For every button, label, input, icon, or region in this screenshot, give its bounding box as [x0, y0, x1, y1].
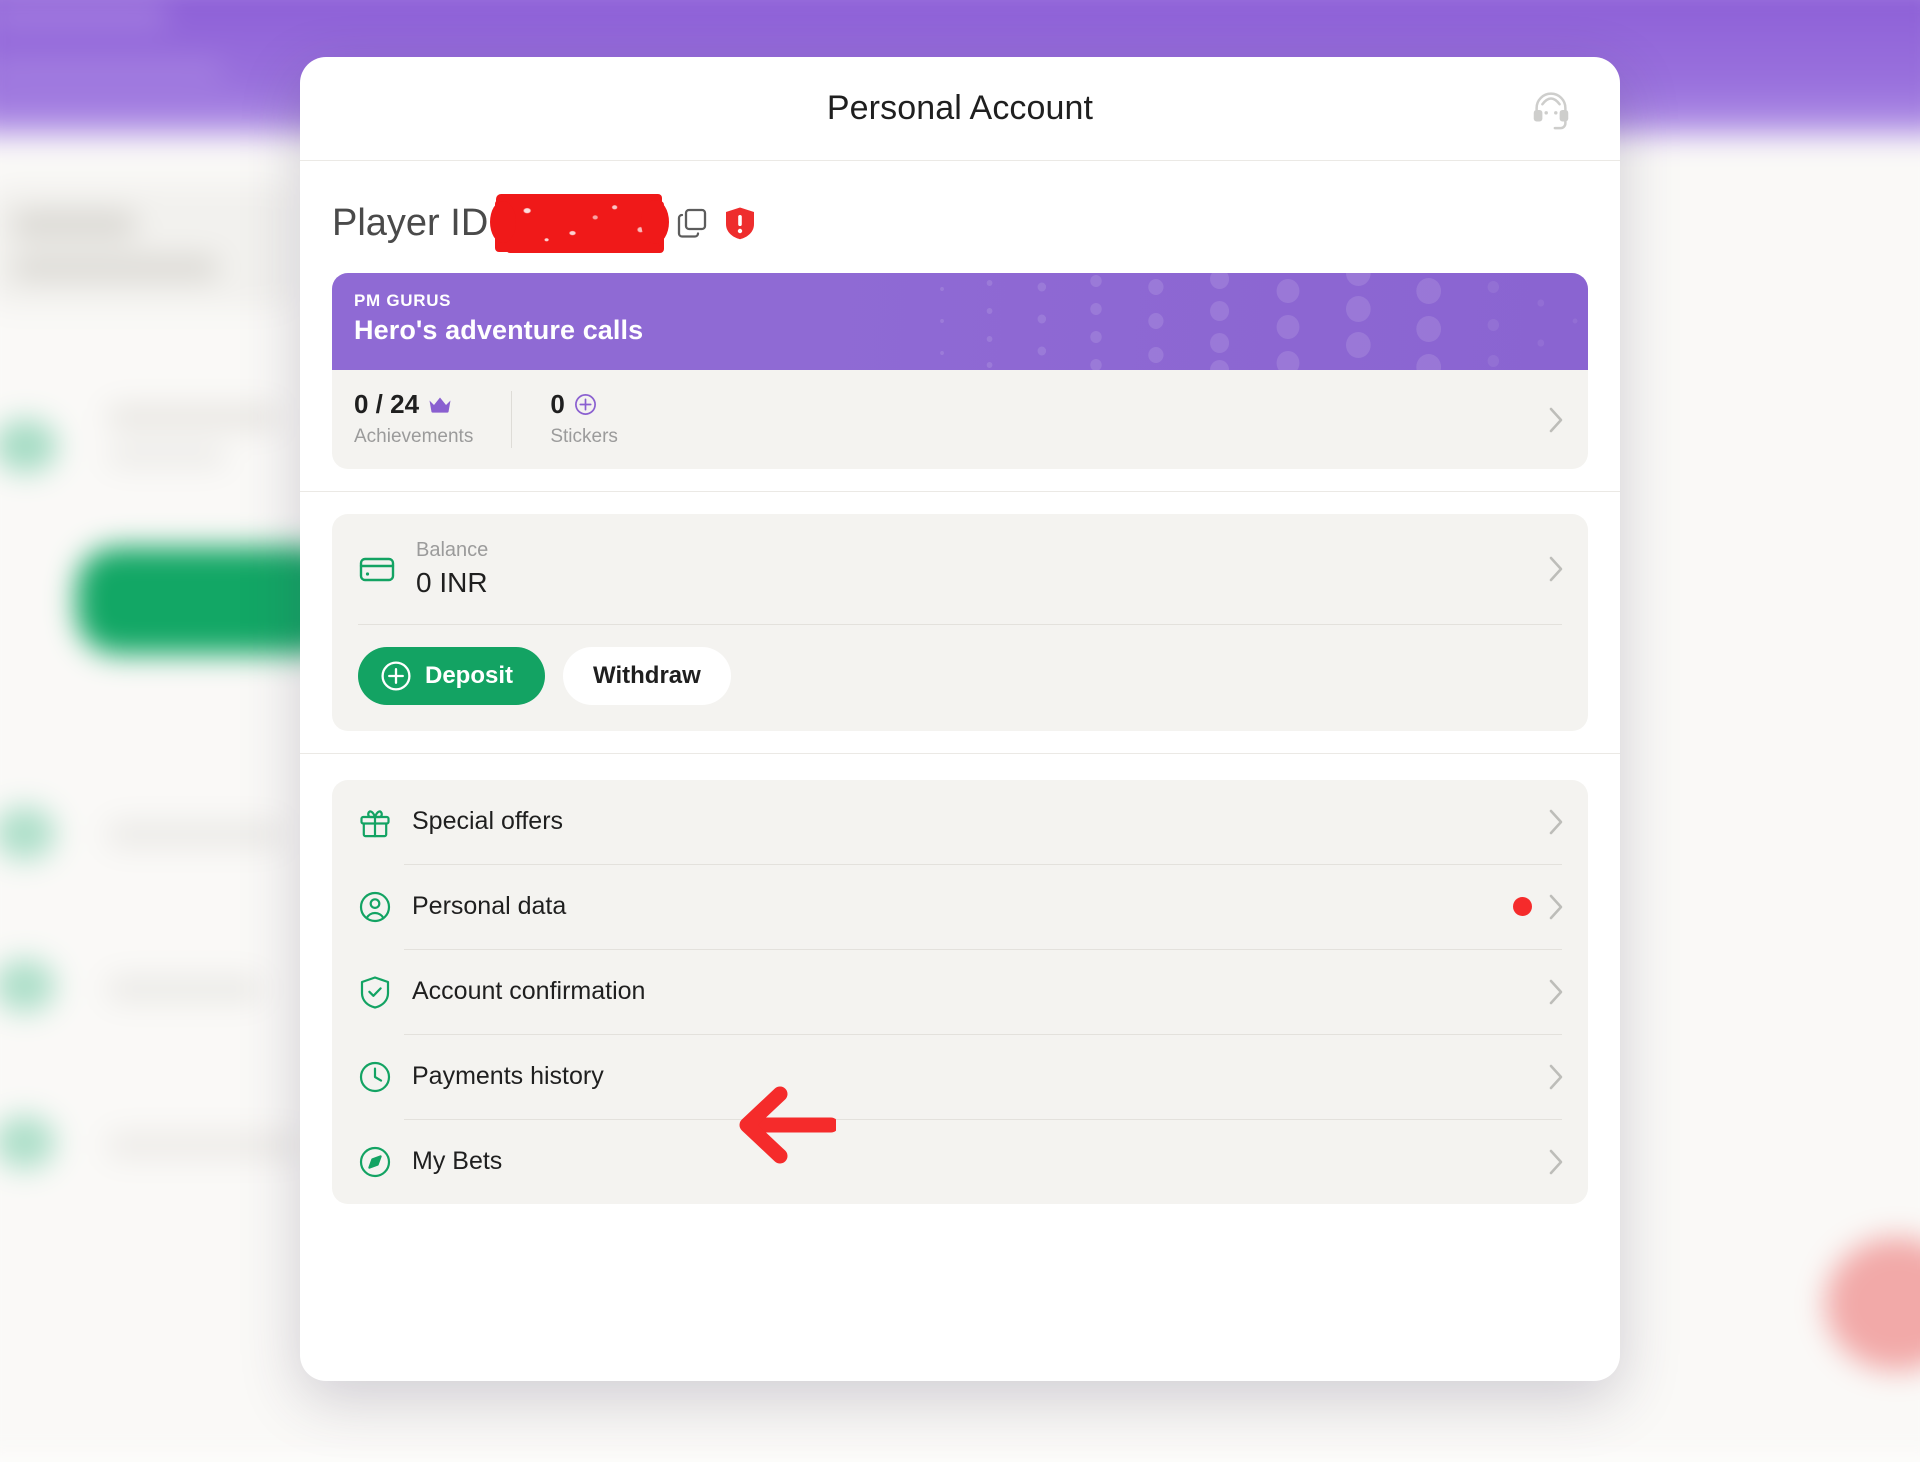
account-menu-section: Special offers Personal data Account con… — [300, 754, 1620, 1204]
personal-account-modal: Personal Account Player ID PM GURUS Hero… — [300, 57, 1620, 1381]
player-id-label: Player ID — [332, 202, 489, 244]
withdraw-button[interactable]: Withdraw — [563, 646, 731, 705]
menu-item-label: Special offers — [412, 807, 564, 836]
support-headset-icon[interactable] — [1528, 86, 1574, 132]
menu-item-account-confirmation[interactable]: Account confirmation — [332, 950, 1588, 1034]
promo-title: Hero's adventure calls — [354, 315, 644, 345]
chevron-right-icon[interactable] — [1548, 1149, 1564, 1175]
balance-amount: 0 INR — [416, 567, 488, 598]
chevron-right-icon[interactable] — [1548, 407, 1564, 433]
plus-circle-icon — [381, 661, 411, 691]
plus-circle-icon — [574, 393, 596, 415]
chevron-right-icon[interactable] — [1548, 556, 1564, 582]
menu-item-label: My Bets — [412, 1147, 503, 1176]
player-id-row: Player ID — [332, 195, 1588, 251]
stat-achievements: 0 / 24 Achievements — [354, 391, 511, 448]
user-circle-icon — [358, 890, 392, 924]
promo-eyebrow: PM GURUS — [354, 291, 452, 310]
clock-icon — [358, 1060, 392, 1094]
account-menu-card: Special offers Personal data Account con… — [332, 779, 1588, 1204]
achievements-label: Achievements — [354, 426, 474, 447]
menu-item-label: Payments history — [412, 1062, 604, 1091]
menu-item-label: Account confirmation — [412, 977, 646, 1006]
balance-label: Balance — [416, 539, 489, 561]
chevron-right-icon[interactable] — [1548, 894, 1564, 920]
promo-banner: PM GURUS Hero's adventure calls — [332, 273, 1588, 370]
compass-icon — [358, 1145, 392, 1179]
shield-alert-icon[interactable] — [724, 206, 756, 240]
menu-item-my-bets[interactable]: My Bets — [332, 1120, 1588, 1204]
crown-icon — [429, 397, 451, 413]
chevron-right-icon[interactable] — [1548, 809, 1564, 835]
copy-icon[interactable] — [674, 205, 710, 241]
balance-section: Balance 0 INR Deposit Withdraw — [300, 492, 1620, 753]
balance-row[interactable]: Balance 0 INR — [332, 514, 1588, 624]
chevron-right-icon[interactable] — [1548, 1064, 1564, 1090]
modal-header: Personal Account — [300, 57, 1620, 161]
menu-item-personal-data[interactable]: Personal data — [332, 865, 1588, 949]
player-id-value-redacted — [490, 195, 670, 251]
menu-item-label: Personal data — [412, 892, 567, 921]
achievements-value: 0 / 24 — [354, 389, 420, 419]
stickers-value: 0 — [550, 389, 565, 419]
menu-item-special-offers[interactable]: Special offers — [332, 780, 1588, 864]
account-summary-section: Player ID PM GURUS Hero's adventure call… — [300, 161, 1620, 469]
balance-card: Balance 0 INR Deposit Withdraw — [332, 514, 1588, 731]
status-badge — [1513, 897, 1532, 917]
menu-item-payments-history[interactable]: Payments history — [332, 1035, 1588, 1119]
chevron-right-icon[interactable] — [1548, 979, 1564, 1005]
shield-check-icon — [358, 975, 392, 1009]
gift-icon — [358, 805, 392, 839]
page-title: Personal Account — [826, 89, 1094, 127]
stat-stickers: 0 Stickers — [511, 391, 656, 448]
withdraw-button-label: Withdraw — [593, 661, 701, 689]
balance-actions: Deposit Withdraw — [332, 625, 1588, 731]
stickers-label: Stickers — [550, 426, 618, 447]
credit-card-icon — [358, 550, 396, 588]
promo-card[interactable]: PM GURUS Hero's adventure calls 0 / 24 A… — [332, 273, 1588, 469]
deposit-button[interactable]: Deposit — [358, 646, 546, 705]
promo-stats-row[interactable]: 0 / 24 Achievements 0 Stickers — [332, 370, 1588, 469]
deposit-button-label: Deposit — [425, 661, 514, 689]
